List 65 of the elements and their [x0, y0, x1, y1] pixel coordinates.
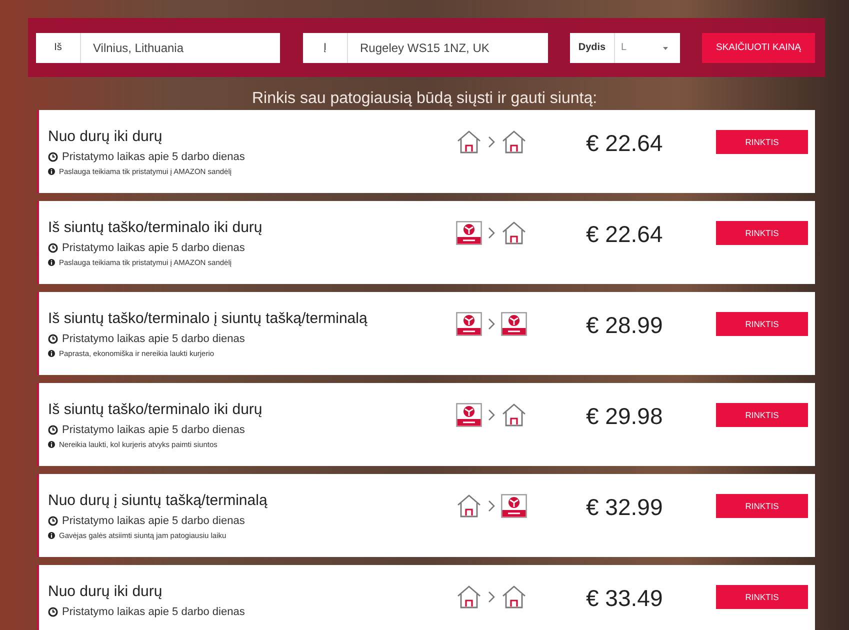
from-value: Vilnius, Lithuania — [92, 40, 184, 54]
clock-icon — [48, 334, 58, 344]
info-icon — [48, 168, 55, 175]
option-title: Iš siuntų taško/terminalo į siuntų tašką/terminalą — [48, 310, 368, 327]
price: € 22.64 — [586, 221, 664, 248]
clock-icon — [48, 152, 58, 162]
clock-icon — [48, 243, 58, 253]
option-title: Iš siuntų taško/terminalo iki durų — [48, 219, 264, 236]
option-title: Nuo durų iki durų — [48, 128, 164, 145]
to-label: Į — [303, 32, 348, 62]
to-value: Rugeley WS15 1NZ, UK — [359, 40, 490, 54]
from-label: Iš — [36, 32, 81, 62]
info-icon — [48, 350, 55, 357]
clock-icon — [48, 607, 58, 617]
house-icon — [501, 130, 527, 154]
chevron-right-icon — [488, 136, 495, 148]
size-label: Dydis — [570, 32, 615, 62]
caret-icon — [663, 46, 668, 50]
chevron-right-icon — [488, 500, 495, 512]
price: € 33.49 — [586, 585, 664, 612]
clock-icon — [48, 516, 58, 526]
house-icon — [501, 403, 527, 427]
parcel-terminal-icon — [456, 403, 482, 427]
select-button[interactable]: RINKTIS — [716, 221, 808, 245]
info-icon — [48, 532, 55, 539]
price: € 29.98 — [586, 403, 664, 430]
delivery-time: Pristatymo laikas apie 5 darbo dienas — [62, 515, 245, 527]
delivery-time: Pristatymo laikas apie 5 darbo dienas — [62, 151, 245, 163]
chevron-right-icon — [488, 318, 495, 330]
from-field[interactable]: Iš Vilnius, Lithuania — [36, 32, 280, 62]
to-field[interactable]: Į Rugeley WS15 1NZ, UK — [303, 32, 548, 62]
calculate-price-button[interactable]: SKAIČIUOTI KAINĄ — [702, 32, 815, 62]
parcel-terminal-icon — [456, 221, 482, 245]
select-button[interactable]: RINKTIS — [716, 494, 808, 518]
option-title: Iš siuntų taško/terminalo iki durų — [48, 401, 264, 418]
info-icon — [48, 259, 55, 266]
select-button[interactable]: RINKTIS — [716, 312, 808, 336]
clock-icon — [48, 425, 58, 435]
chevron-right-icon — [488, 409, 495, 421]
select-button[interactable]: RINKTIS — [716, 130, 808, 154]
house-icon — [456, 130, 482, 154]
price: € 32.99 — [586, 494, 664, 521]
delivery-time: Pristatymo laikas apie 5 darbo dienas — [62, 424, 245, 436]
select-button[interactable]: RINKTIS — [716, 585, 808, 609]
section-heading: Rinkis sau patogiausią būdą siųsti ir gauti siuntą: — [250, 89, 598, 109]
price: € 22.64 — [586, 130, 664, 157]
parcel-terminal-icon — [456, 312, 482, 336]
chevron-right-icon — [488, 227, 495, 239]
size-value: L — [620, 42, 627, 53]
house-icon — [501, 585, 527, 609]
select-button[interactable]: RINKTIS — [716, 403, 808, 427]
house-icon — [501, 221, 527, 245]
delivery-time: Pristatymo laikas apie 5 darbo dienas — [62, 242, 245, 254]
delivery-time: Pristatymo laikas apie 5 darbo dienas — [62, 606, 245, 618]
price: € 28.99 — [586, 312, 664, 339]
option-title: Nuo durų į siuntų tašką/terminalą — [48, 492, 268, 509]
delivery-time: Pristatymo laikas apie 5 darbo dienas — [62, 333, 245, 345]
chevron-right-icon — [488, 591, 495, 603]
info-icon — [48, 441, 55, 448]
house-icon — [456, 494, 482, 518]
parcel-terminal-icon — [501, 494, 527, 518]
parcel-terminal-icon — [501, 312, 527, 336]
house-icon — [456, 585, 482, 609]
option-title: Nuo durų iki durų — [48, 583, 164, 600]
size-dropdown[interactable]: Dydis L — [570, 32, 680, 62]
